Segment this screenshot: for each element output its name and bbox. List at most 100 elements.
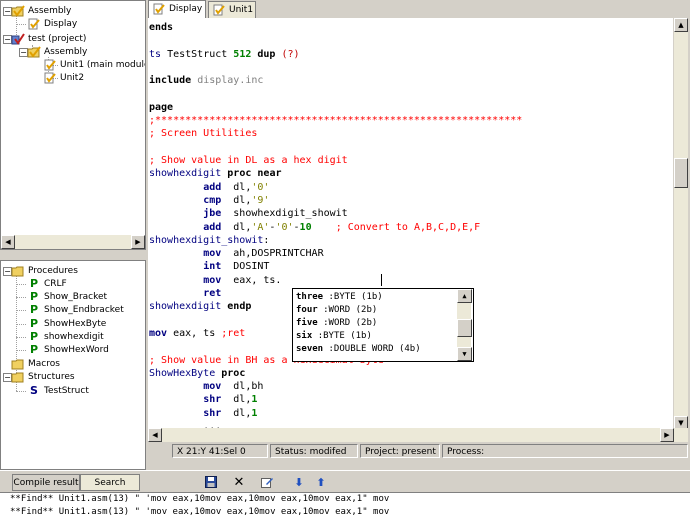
field-type: :WORD (2b) xyxy=(323,318,378,328)
project-tree-item[interactable]: Unit1 (main module) xyxy=(43,59,145,71)
autocomplete-item[interactable]: five :WORD (2b) xyxy=(296,317,377,329)
symbol-tree-item[interactable]: Structures xyxy=(11,371,75,383)
symbol-tree-item[interactable]: S TestStruct xyxy=(27,385,89,397)
code-line[interactable]: include display.inc xyxy=(149,74,263,87)
tree-item-label: Display xyxy=(44,19,78,29)
symbols-tree-panel: − Procedures P CRLF P Show_Bracket P Show_Endbr… xyxy=(0,260,146,470)
code-line[interactable]: ShowHexByte proc xyxy=(149,367,245,380)
code-line[interactable]: ;***************************************… xyxy=(149,114,522,127)
project-status: Project: present xyxy=(360,444,440,458)
edit-button[interactable] xyxy=(258,474,276,491)
code-line[interactable]: ts TestStruct 512 dup (?) xyxy=(149,48,300,61)
editor-hscrollbar[interactable]: ◀ ▶ xyxy=(148,428,688,442)
code-line[interactable]: mov eax, ts. xyxy=(149,274,281,287)
tree-item-label: Unit2 xyxy=(60,73,85,83)
code-line[interactable]: cmp dl,'9' xyxy=(149,194,269,207)
project-icon xyxy=(11,33,25,49)
search-result-output[interactable]: **Find** Unit1.asm(13) " 'mov eax,10mov … xyxy=(0,492,690,519)
tree-item-label: CRLF xyxy=(44,279,67,289)
code-line[interactable]: ends xyxy=(149,21,173,34)
symbol-tree-item[interactable]: P ShowHexWord xyxy=(27,344,109,356)
output-line[interactable]: **Find** Unit1.asm(13) " 'mov eax,10mov … xyxy=(10,506,389,519)
code-line[interactable]: shr dl,1 xyxy=(149,407,257,420)
code-line[interactable]: ; Screen Utilities xyxy=(149,127,257,140)
arrow-up-icon: ⬆ xyxy=(316,476,326,489)
save-button[interactable] xyxy=(202,474,220,491)
project-tree-item[interactable]: test (project) xyxy=(11,33,86,45)
project-tree-hscrollbar[interactable]: ◀ ▶ xyxy=(1,235,145,249)
scroll-down-icon[interactable]: ▼ xyxy=(457,347,472,361)
tab-search-result[interactable]: Search result xyxy=(80,474,140,505)
tree-item-label: Show_Bracket xyxy=(44,292,108,302)
arrow-down-icon: ⬇ xyxy=(294,476,304,489)
code-line[interactable]: add dl,'0' xyxy=(149,181,269,194)
file-check-icon xyxy=(43,72,57,88)
autocomplete-item[interactable]: six :BYTE (1b) xyxy=(296,330,372,342)
scroll-right-icon[interactable]: ▶ xyxy=(660,428,674,442)
scroll-left-icon[interactable]: ◀ xyxy=(148,428,162,442)
code-line[interactable]: jbe showhexdigit_showit xyxy=(149,207,348,220)
project-tree-item[interactable]: Unit2 xyxy=(43,72,84,84)
popup-vscrollbar[interactable]: ▲ ▼ xyxy=(457,289,472,361)
tab-unit1[interactable]: Unit1 xyxy=(208,1,256,18)
symbol-tree-item[interactable]: Procedures xyxy=(11,265,78,277)
editor-vscrollbar[interactable]: ▲ ▼ xyxy=(674,18,688,430)
code-editor[interactable]: ends ts TestStruct 512 dup (?) include dis… xyxy=(148,18,673,430)
scroll-thumb[interactable] xyxy=(457,319,472,337)
scroll-right-icon[interactable]: ▶ xyxy=(131,235,145,249)
field-type: :BYTE (1b) xyxy=(328,292,383,302)
folder-check-icon xyxy=(11,5,25,21)
code-line[interactable]: mov dl,bh xyxy=(149,380,263,393)
scroll-up-icon[interactable]: ▲ xyxy=(674,18,688,32)
project-tree-item[interactable]: Assembly xyxy=(27,46,87,58)
folder-icon xyxy=(11,371,25,387)
code-line[interactable]: showhexdigit proc near xyxy=(149,167,282,180)
code-line[interactable]: mov eax, ts ;ret xyxy=(149,327,245,340)
tree-item-label: Procedures xyxy=(28,266,78,276)
code-line[interactable]: add dl,'A'-'0'-10 ; Convert to A,B,C,D,E… xyxy=(149,221,480,234)
tree-item-label: ShowHexWord xyxy=(44,345,109,355)
symbol-tree-item[interactable]: Pshowhexdigit xyxy=(27,331,104,343)
symbol-tree-item[interactable]: P ShowHexByte xyxy=(27,318,106,330)
autocomplete-item[interactable]: seven :DOUBLE WORD (4b) xyxy=(296,343,421,355)
output-line[interactable]: **Find** Unit1.asm(13) " 'mov eax,10mov … xyxy=(10,493,389,506)
symbol-tree-item[interactable]: Macros xyxy=(11,358,60,370)
symbol-tree-item[interactable]: P CRLF xyxy=(27,278,67,290)
code-line[interactable]: ; Show value in DL as a hex digit xyxy=(149,154,348,167)
code-line[interactable]: ret xyxy=(149,287,221,300)
autocomplete-item[interactable]: three :BYTE (1b) xyxy=(296,291,383,303)
scroll-up-icon[interactable]: ▲ xyxy=(457,289,472,303)
tree-item-label: Macros xyxy=(28,359,60,369)
move-down-button[interactable]: ⬇ xyxy=(290,474,308,491)
text-cursor xyxy=(381,273,382,286)
symbol-tree-item[interactable]: P Show_Bracket xyxy=(27,291,107,303)
edit-icon xyxy=(260,478,273,488)
tab-label: Display xyxy=(169,4,203,14)
tree-item-label: ShowHexByte xyxy=(44,319,107,329)
tab-display[interactable]: Display xyxy=(148,0,206,18)
autocomplete-item[interactable]: four :WORD (2b) xyxy=(296,304,377,316)
tab-label: Unit1 xyxy=(229,5,254,15)
field-type: :WORD (2b) xyxy=(323,305,378,315)
tree-item-label: showhexdigit xyxy=(44,332,104,342)
code-line[interactable]: page xyxy=(149,101,173,114)
symbol-tree-item[interactable]: P Show_Endbracket xyxy=(27,304,124,316)
autocomplete-popup[interactable]: seven :DOUBLE WORD (4b) six :BYTE (1b) fiv… xyxy=(292,288,474,362)
code-line[interactable]: showhexdigit endp xyxy=(149,300,251,313)
field-name: five xyxy=(296,318,318,328)
code-line[interactable]: shr dl,1 xyxy=(149,393,257,406)
tab-compile-result[interactable]: Compile result xyxy=(12,474,80,491)
status-bar: X 21:Y 41:Sel 0 Status: modifed Project:… xyxy=(148,443,690,459)
project-tree-panel: − Assembly Display − test (project) − Assembly… xyxy=(0,0,146,250)
project-tree-item[interactable]: Display xyxy=(27,18,77,30)
project-tree-item[interactable]: Assembly xyxy=(11,5,71,17)
code-line[interactable]: int DOSINT xyxy=(149,260,269,273)
code-line[interactable]: showhexdigit_showit: xyxy=(149,234,269,247)
scroll-left-icon[interactable]: ◀ xyxy=(1,235,15,249)
clear-button[interactable]: ✕ xyxy=(230,474,248,491)
code-line[interactable]: mov ah,DOSPRINTCHAR xyxy=(149,247,323,260)
scroll-thumb[interactable] xyxy=(674,158,688,188)
close-icon: ✕ xyxy=(233,475,245,490)
move-up-button[interactable]: ⬆ xyxy=(312,474,330,491)
tree-item-label: TestStruct xyxy=(44,386,89,396)
